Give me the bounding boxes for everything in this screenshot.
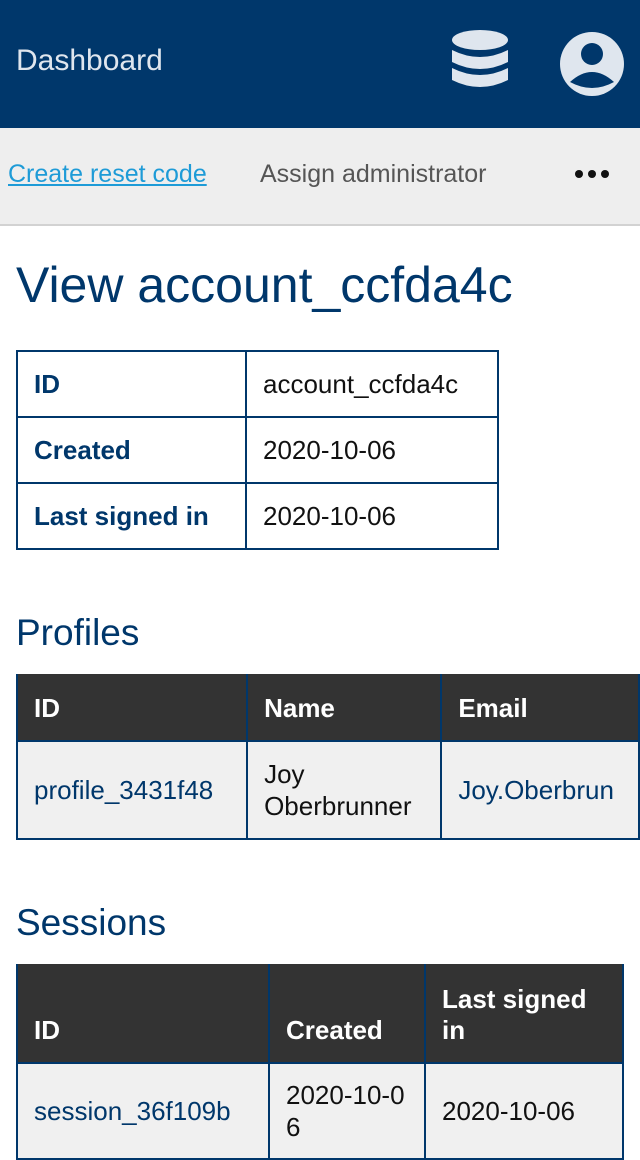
session-last-signed-in: 2020-10-06 [424,1062,624,1160]
table-row: profile_3431f48 Joy Oberbrunner Joy.Ober… [15,740,640,840]
table-header-row: ID Name Email [15,674,640,742]
database-icon[interactable] [446,28,514,100]
summary-row-id: ID account_ccfda4c [16,350,499,418]
assign-administrator-button[interactable]: Assign administrator [260,160,486,189]
top-bar: Dashboard [0,0,640,128]
create-reset-code-link[interactable]: Create reset code [8,160,207,189]
summary-value: account_ccfda4c [245,350,499,418]
column-header-id: ID [16,964,270,1064]
column-header-created: Created [268,964,426,1064]
summary-key: Last signed in [16,482,247,550]
more-horizontal-icon[interactable] [572,164,612,184]
table-header-row: ID Created Last signed in [16,964,624,1064]
sessions-table: ID Created Last signed in session_36f109… [16,964,624,1160]
column-header-id: ID [15,674,249,742]
actions-bar: Create reset code Assign administrator [0,128,640,226]
user-account-icon[interactable] [556,28,628,100]
summary-key: Created [16,416,247,484]
profiles-heading: Profiles [16,612,140,653]
summary-row-last-signed-in: Last signed in 2020-10-06 [16,482,499,550]
profiles-table: ID Name Email profile_3431f48 Joy Oberbr… [15,674,640,840]
summary-value: 2020-10-06 [245,482,499,550]
summary-key: ID [16,350,247,418]
account-summary-table: ID account_ccfda4c Created 2020-10-06 La… [16,350,499,550]
profile-name: Joy Oberbrunner [246,740,443,840]
profile-email-link[interactable]: Joy.Oberbrun [440,740,640,840]
profile-id-link[interactable]: profile_3431f48 [15,740,249,840]
session-created: 2020-10-06 [268,1062,426,1160]
session-id-link[interactable]: session_36f109b [16,1062,270,1160]
column-header-email: Email [440,674,640,742]
sessions-heading: Sessions [16,902,167,943]
summary-value: 2020-10-06 [245,416,499,484]
summary-row-created: Created 2020-10-06 [16,416,499,484]
column-header-name: Name [246,674,443,742]
table-row: session_36f109b 2020-10-06 2020-10-06 [16,1062,624,1160]
dashboard-link[interactable]: Dashboard [16,44,163,78]
page-title: View account_ccfda4c [16,257,513,313]
column-header-last-signed-in: Last signed in [424,964,624,1064]
